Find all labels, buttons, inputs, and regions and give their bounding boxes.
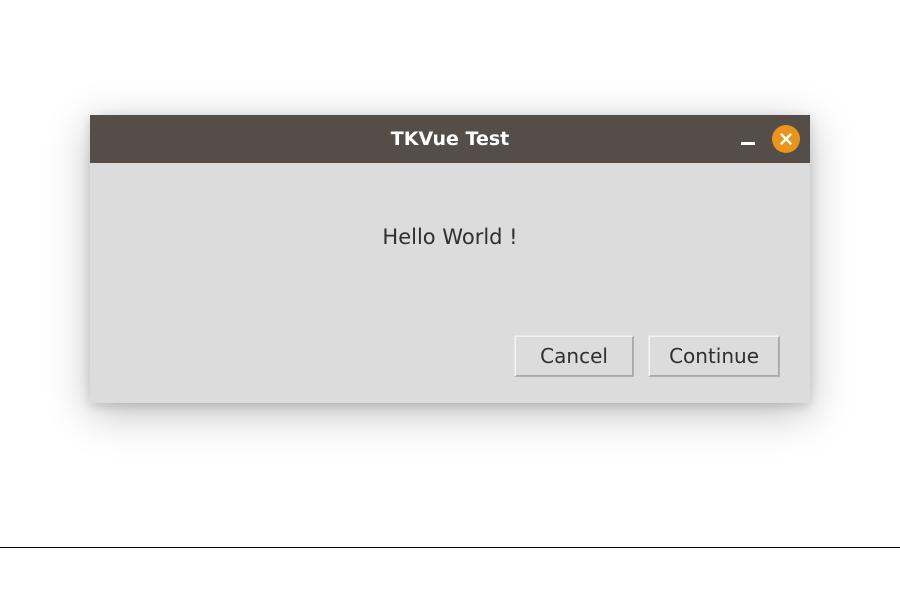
minimize-icon xyxy=(741,142,755,145)
titlebar[interactable]: TKVue Test xyxy=(90,115,810,163)
window-title: TKVue Test xyxy=(391,128,509,150)
close-icon xyxy=(779,132,793,146)
window-body: Hello World ! Cancel Continue xyxy=(90,163,810,403)
minimize-button[interactable] xyxy=(738,129,758,149)
application-window: TKVue Test Hello World ! Cancel Continue xyxy=(90,115,810,403)
button-row: Cancel Continue xyxy=(120,335,780,377)
continue-button[interactable]: Continue xyxy=(648,335,780,377)
close-button[interactable] xyxy=(772,125,800,153)
message-text: Hello World ! xyxy=(382,225,517,249)
page-divider xyxy=(0,547,900,548)
titlebar-controls xyxy=(738,125,800,153)
cancel-button[interactable]: Cancel xyxy=(514,335,634,377)
message-area: Hello World ! xyxy=(120,193,780,315)
